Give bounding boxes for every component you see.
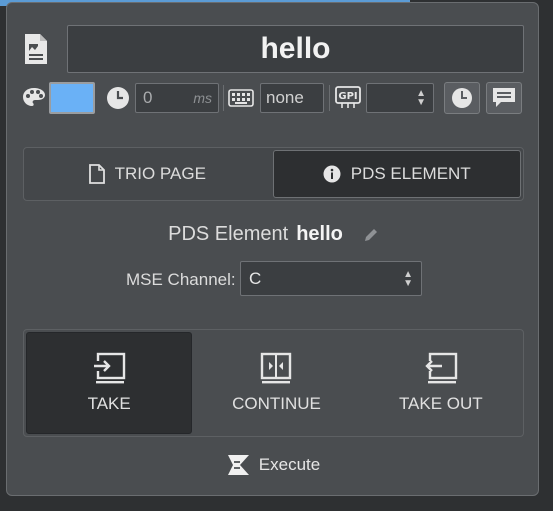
take-icon [92,352,126,384]
take-out-button[interactable]: TAKE OUT [359,330,523,436]
schedule-button[interactable] [444,82,480,114]
gpi-icon: GPI [334,85,362,111]
take-out-icon [423,352,458,384]
continue-button[interactable]: CONTINUE [194,330,358,436]
title-field[interactable]: hello [67,25,524,73]
delay-value: 0 [143,88,153,107]
take-button[interactable]: TAKE [26,332,193,434]
mse-channel-select[interactable]: C ▲ ▼ [240,261,422,296]
message-icon [493,88,515,107]
delay-unit: ms [193,90,212,106]
execute-label: Execute [258,455,321,474]
divider [223,85,224,111]
message-button[interactable] [486,82,522,114]
execute-button[interactable]: Execute [7,454,540,476]
clock-icon [452,88,472,108]
execute-icon [227,455,249,475]
delay-input[interactable]: 0 ms [135,83,219,113]
info-icon [323,165,341,183]
document-icon [88,164,105,184]
action-label: CONTINUE [232,394,321,413]
select-arrows-icon: ▲ ▼ [403,268,413,289]
pencil-icon[interactable] [363,227,379,243]
element-prefix: PDS Element [168,223,289,245]
continue-icon [261,352,292,384]
select-arrows-icon: ▲ ▼ [416,88,426,108]
palette-icon [21,86,47,110]
mse-channel-label: MSE Channel: [126,270,236,289]
keyboard-shortcut-field[interactable]: none [260,83,324,113]
mode-tabs: TRIO PAGE PDS ELEMENT [23,147,524,201]
action-buttons: TAKE CONTINUE TAKE OUT [23,329,524,437]
clock-icon [105,85,131,111]
action-label: TAKE [87,394,131,413]
pds-element-panel: hello 0 ms none GPI ▲ ▼ TRIO PAGE PDS EL… [6,2,539,496]
svg-text:GPI: GPI [338,91,357,102]
tab-trio-page[interactable]: TRIO PAGE [24,148,271,200]
page-icon [21,32,51,66]
action-label: TAKE OUT [398,394,483,413]
tab-label: PDS ELEMENT [350,164,471,183]
gpi-select[interactable]: ▲ ▼ [366,83,434,113]
element-heading: PDS Element hello [7,223,540,246]
element-name: hello [296,223,343,245]
tab-label: TRIO PAGE [114,164,206,183]
mse-channel-value: C [249,268,262,288]
keyboard-icon [227,87,255,109]
divider [329,85,330,111]
color-swatch[interactable] [49,82,95,114]
tab-pds-element[interactable]: PDS ELEMENT [272,150,521,198]
